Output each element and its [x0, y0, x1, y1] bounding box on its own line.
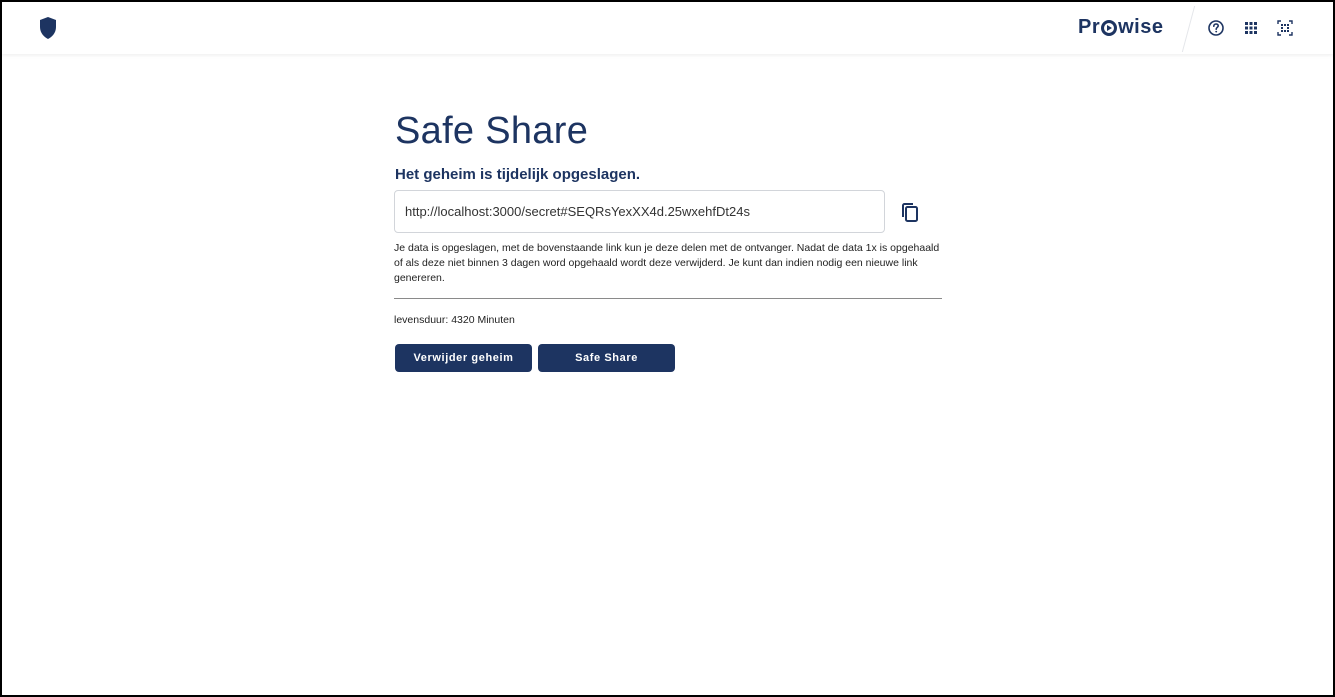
prowise-logo: Pr wise — [1078, 16, 1163, 39]
app-window: Pr wise Safe Share Het geheim is tijdeli… — [0, 0, 1335, 697]
apps-grid-icon[interactable] — [1242, 19, 1260, 37]
shield-icon[interactable] — [38, 16, 58, 40]
qr-code-icon[interactable] — [1276, 19, 1294, 37]
secret-url-field[interactable] — [394, 190, 885, 233]
brand-prefix: Pr — [1078, 16, 1101, 38]
copy-icon[interactable] — [900, 202, 920, 224]
page-title: Safe Share — [395, 110, 589, 152]
delete-secret-button[interactable]: Verwijder geheim — [395, 344, 532, 372]
lifetime-text: levensduur: 4320 Minuten — [394, 314, 515, 326]
status-message: Het geheim is tijdelijk opgeslagen. — [395, 166, 641, 183]
description-text: Je data is opgeslagen, met de bovenstaan… — [394, 242, 940, 284]
header-divider — [1181, 6, 1196, 52]
brand-suffix: wise — [1118, 16, 1164, 38]
play-circle-icon — [1101, 19, 1118, 36]
top-bar: Pr wise — [2, 2, 1333, 54]
help-circle-icon[interactable] — [1207, 19, 1225, 37]
safe-share-button[interactable]: Safe Share — [538, 344, 675, 372]
divider — [394, 298, 942, 299]
